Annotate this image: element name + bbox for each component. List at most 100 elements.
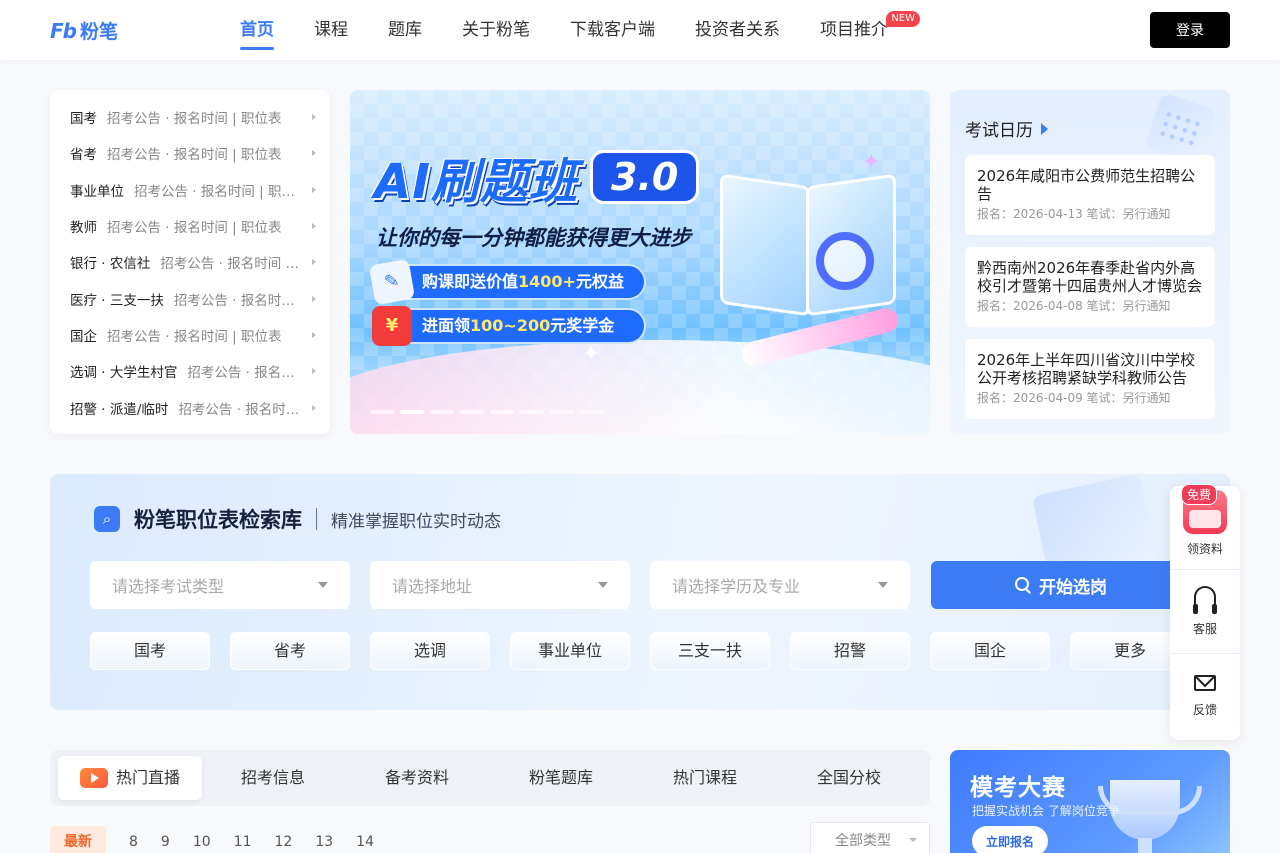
date-item[interactable]: 8 (129, 826, 138, 853)
category-item-guokao[interactable]: 国考 招考公告 · 报名时间 | 职位表 (50, 99, 330, 135)
quick-tag-soe[interactable]: 国企 (930, 632, 1050, 670)
carousel-dot[interactable] (430, 410, 454, 414)
top-header: Fb 粉笔 首页 课程 题库 关于粉笔 下载客户端 投资者关系 项目推介 NEW … (0, 0, 1280, 60)
date-item[interactable]: 14 (356, 826, 374, 853)
register-now-button[interactable]: 立即报名 (972, 826, 1048, 853)
logo-mark: Fb (50, 18, 77, 43)
trophy-icon (1098, 780, 1202, 853)
chevron-right-icon (312, 331, 316, 338)
category-item-police[interactable]: 招警 · 派遣/临时招考公告 · 报名时间 | 职位表 (50, 389, 330, 425)
start-search-button[interactable]: 开始选岗 (931, 561, 1191, 609)
tab-label: 热门直播 (115, 768, 180, 787)
category-item-soe[interactable]: 国企 招考公告 · 报名时间 | 职位表 (50, 317, 330, 353)
category-item-shengkao[interactable]: 省考 招考公告 · 报名时间 | 职位表 (50, 135, 330, 171)
caret-down-icon (909, 838, 917, 842)
side-item-label: 反馈 (1192, 702, 1217, 717)
date-item[interactable]: 9 (161, 826, 170, 853)
category-item-shiye[interactable]: 事业单位 招考公告 · 报名时间 | 职位表 (50, 172, 330, 208)
carousel-dot[interactable] (550, 410, 574, 414)
calendar-item-meta: 报名：2026-04-09 笔试：另行通知 (977, 391, 1171, 405)
nav-download[interactable]: 下载客户端 (570, 0, 655, 60)
tab-materials[interactable]: 备考资料 (372, 756, 462, 800)
tab-live[interactable]: 热门直播 (58, 756, 202, 800)
location-select[interactable]: 请选择地址 (370, 561, 630, 609)
certificate-icon: ✎ (368, 258, 416, 306)
customer-service-button[interactable]: 客服 (1170, 570, 1240, 654)
contest-subtitle: 把握实战机会 了解岗位竞争 (972, 804, 1120, 818)
date-item[interactable]: 11 (234, 826, 252, 853)
carousel-dot[interactable] (520, 410, 544, 414)
carousel-dot[interactable] (400, 410, 424, 414)
category-name: 医疗 · 三支一扶 (70, 292, 164, 309)
type-filter-select[interactable]: 全部类型 (810, 822, 930, 853)
mock-contest-card[interactable]: 模考大赛 把握实战机会 了解岗位竞争 立即报名 (950, 750, 1230, 853)
quick-tag-xuandiao[interactable]: 选调 (370, 632, 490, 670)
nav-label: 投资者关系 (695, 20, 780, 40)
carousel-dot[interactable] (490, 410, 514, 414)
category-name: 教师 (70, 220, 97, 237)
quick-tag-sanzhi[interactable]: 三支一扶 (650, 632, 770, 670)
book-icon (720, 173, 900, 330)
banner-title: AI刷题班 3.0 (374, 142, 700, 212)
nav-home[interactable]: 首页 (240, 0, 274, 60)
category-name: 事业单位 (70, 183, 124, 200)
tab-branches[interactable]: 全国分校 (804, 756, 894, 800)
nav-projects[interactable]: 项目推介 NEW (820, 0, 920, 60)
nav-courses[interactable]: 课程 (314, 0, 348, 60)
fenbi-logo[interactable]: Fb 粉笔 (50, 17, 118, 44)
position-search-section: ⌕ 粉笔职位表检索库 精准掌握职位实时动态 请选择考试类型 请选择地址 请选择学… (50, 474, 1230, 710)
quick-tag-police[interactable]: 招警 (790, 632, 910, 670)
free-badge: 免费 (1181, 484, 1218, 505)
nav-question-bank[interactable]: 题库 (388, 0, 422, 60)
login-button[interactable]: 登录 (1150, 12, 1230, 48)
calendar-item[interactable]: 2026年上半年四川省汶川中学校公开考核招聘紧缺学科教师公告 报名：2026-0… (965, 339, 1215, 419)
quick-tag-shiye[interactable]: 事业单位 (510, 632, 630, 670)
carousel-dots (370, 410, 604, 414)
category-item-xuandiao[interactable]: 选调 · 大学生村官招考公告 · 报名时间 | 职位表 (50, 353, 330, 389)
calendar-title[interactable]: 考试日历 (965, 116, 1048, 141)
side-item-label: 客服 (1192, 622, 1217, 636)
date-item[interactable]: 12 (275, 826, 293, 853)
nav-investors[interactable]: 投资者关系 (695, 0, 780, 60)
category-name: 招警 · 派遣/临时 (70, 401, 169, 418)
calendar-item[interactable]: 黔西南州2026年春季赴省内外高校引才暨第十四届贵州人才博览会 报名：2026-… (965, 247, 1215, 327)
tab-question-bank[interactable]: 粉笔题库 (516, 756, 606, 800)
category-item-medical[interactable]: 医疗 · 三支一扶招考公告 · 报名时间 | 职位表 (50, 280, 330, 316)
chevron-right-icon (312, 259, 316, 266)
quick-tag-shengkao[interactable]: 省考 (230, 632, 350, 670)
education-select[interactable]: 请选择学历及专业 (650, 561, 910, 609)
category-links: 招考公告 · 报名时间 | 职位表 (107, 220, 282, 237)
carousel-dot[interactable] (580, 410, 604, 414)
play-arrow-icon (1041, 122, 1048, 135)
get-materials-button[interactable]: 免费 领资料 (1170, 484, 1240, 570)
divider (316, 508, 317, 530)
quick-tag-guokao[interactable]: 国考 (90, 632, 210, 670)
date-item[interactable]: 10 (193, 826, 211, 853)
chevron-right-icon (312, 368, 316, 375)
calendar-item-meta: 报名：2026-04-13 笔试：另行通知 (977, 207, 1171, 221)
carousel-dot[interactable] (460, 410, 484, 414)
tab-courses[interactable]: 热门课程 (660, 756, 750, 800)
promo-banner[interactable]: ✦ ✦ AI刷题班 3.0 让你的每一分钟都能获得更大进步 ✎ 购课即送价值14… (350, 90, 930, 434)
carousel-dot[interactable] (370, 410, 394, 414)
category-item-teacher[interactable]: 教师 招考公告 · 报名时间 | 职位表 (50, 208, 330, 244)
nav-about[interactable]: 关于粉笔 (462, 0, 530, 60)
chip-text: 购课即送价值 (422, 272, 519, 291)
nav-label: 下载客户端 (570, 20, 655, 40)
date-item[interactable]: 13 (315, 826, 333, 853)
tab-recruitment[interactable]: 招考信息 (228, 756, 318, 800)
nav-label: 项目推介 (820, 20, 888, 40)
feedback-button[interactable]: 反馈 (1170, 654, 1240, 738)
date-latest[interactable]: 最新 (50, 826, 106, 853)
live-video-icon (79, 768, 108, 788)
caret-down-icon (598, 582, 608, 588)
category-name: 省考 (70, 147, 97, 164)
calendar-item[interactable]: 2026年咸阳市公费师范生招聘公告 报名：2026-04-13 笔试：另行通知 (965, 155, 1215, 235)
category-item-bank[interactable]: 银行 · 农信社招考公告 · 报名时间 | 职位表 (50, 244, 330, 280)
select-placeholder: 请选择学历及专业 (672, 577, 801, 596)
contest-title: 模考大赛 (970, 775, 1066, 801)
chevron-right-icon (312, 150, 316, 157)
exam-type-select[interactable]: 请选择考试类型 (90, 561, 350, 609)
search-button-label: 开始选岗 (1039, 577, 1107, 598)
category-name: 选调 · 大学生村官 (70, 365, 178, 382)
